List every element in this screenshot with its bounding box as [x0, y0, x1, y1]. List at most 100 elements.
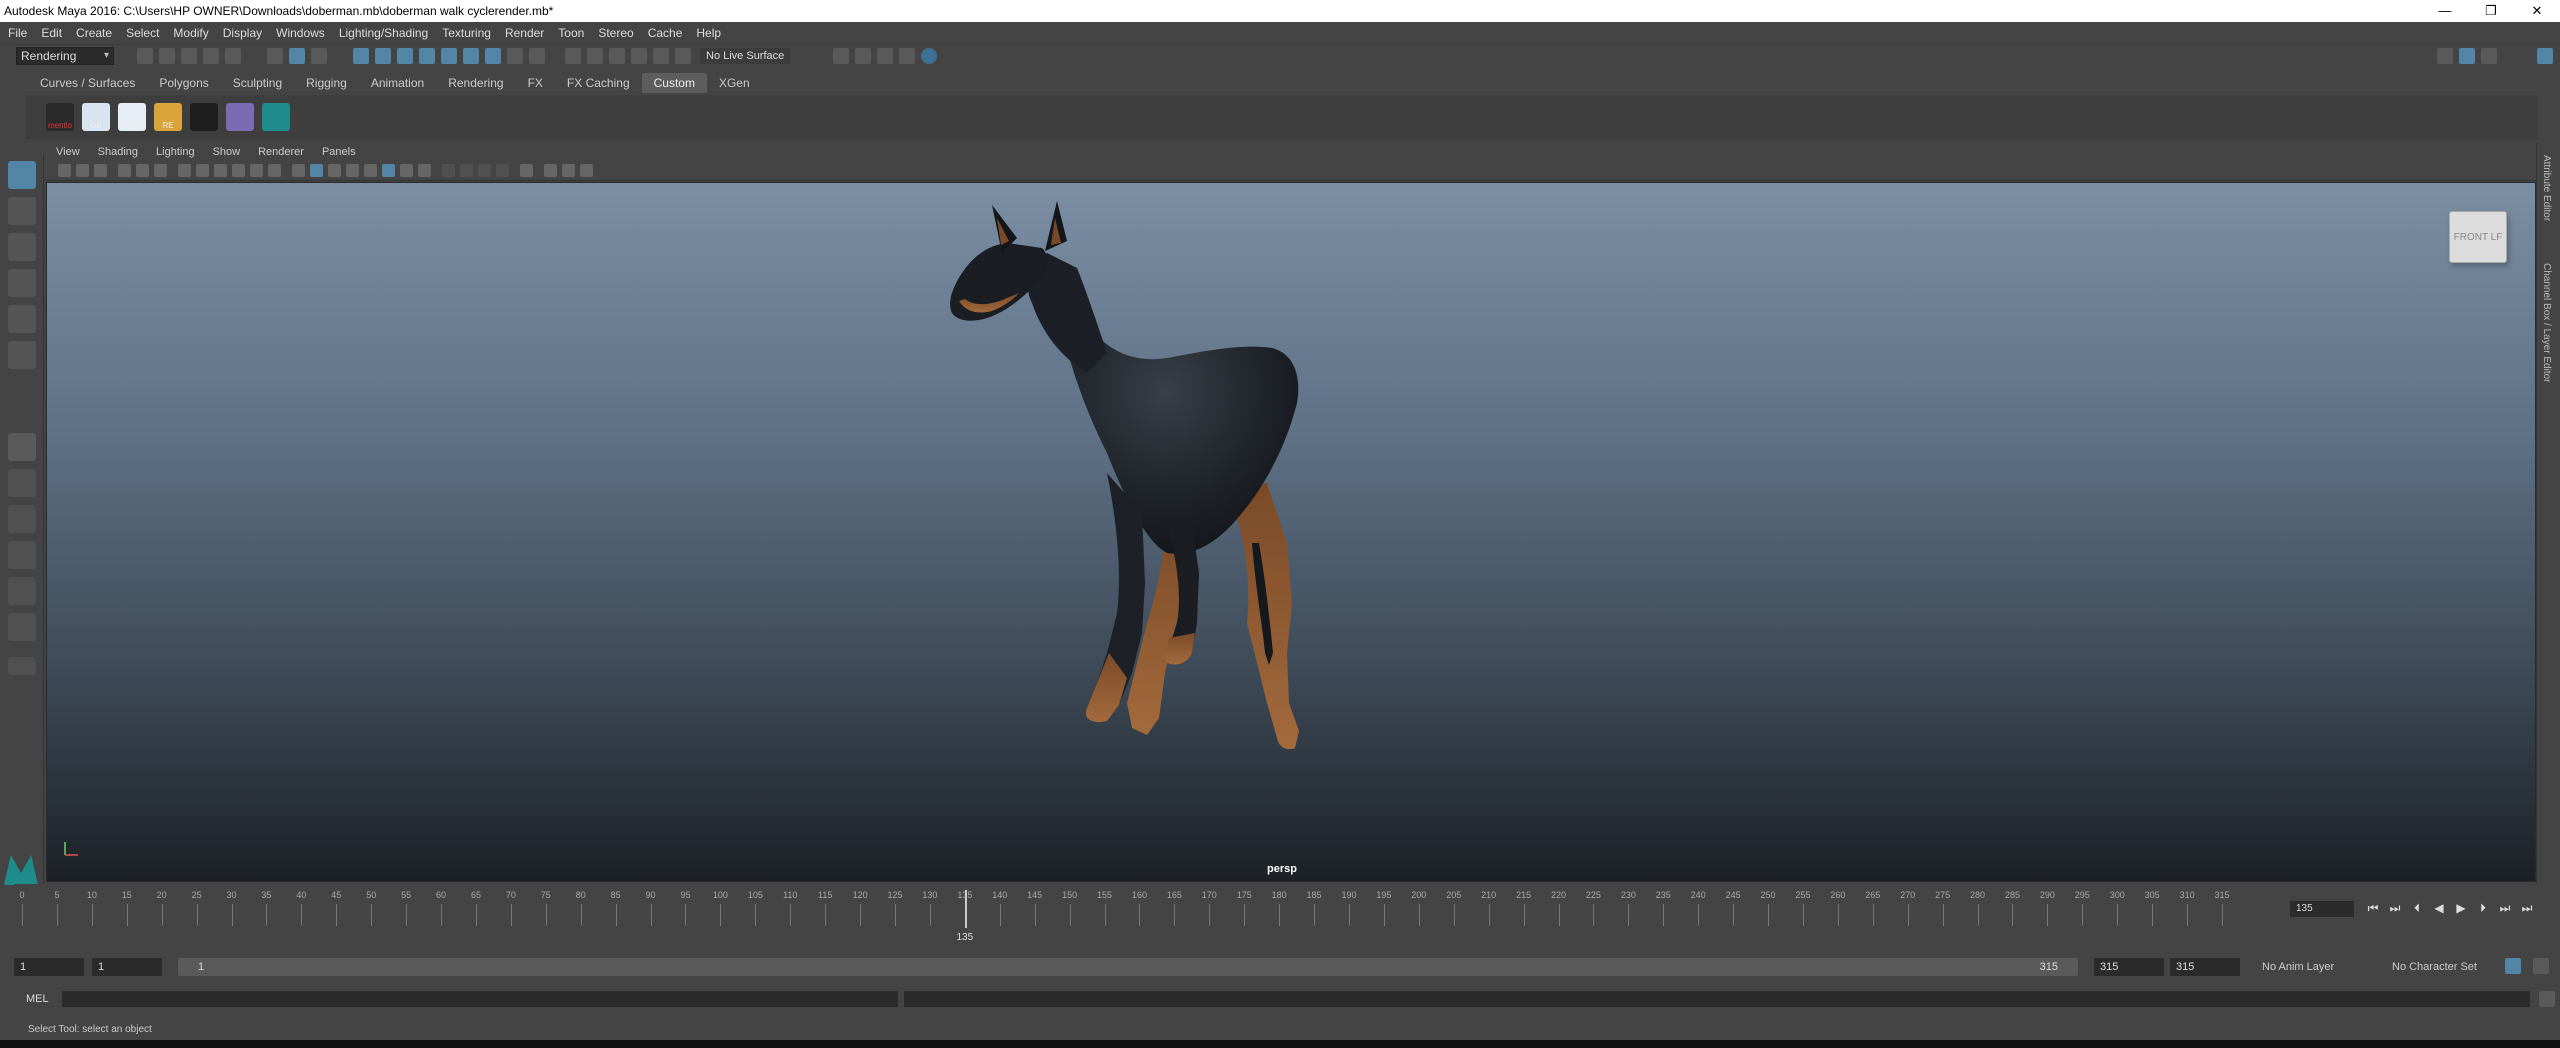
perspective-viewport[interactable]: FRONT LF persp [46, 182, 2536, 882]
field-chart-icon[interactable] [250, 164, 263, 177]
select-tool-icon[interactable] [8, 161, 36, 189]
resolution-gate-icon[interactable] [214, 164, 227, 177]
exposure-icon[interactable] [544, 164, 557, 177]
menu-create[interactable]: Create [76, 26, 112, 40]
hypershade-shelf-icon[interactable] [226, 103, 254, 131]
anim-start-field[interactable]: 1 [92, 958, 162, 976]
paint-select-icon[interactable] [8, 233, 36, 261]
shelf-tab-fx-caching[interactable]: FX Caching [555, 73, 642, 93]
lock-icon[interactable] [507, 47, 523, 64]
undo-icon[interactable] [203, 47, 219, 64]
grease-pencil-icon[interactable] [154, 164, 167, 177]
current-frame-field[interactable] [2290, 901, 2354, 917]
shelf-tab-rigging[interactable]: Rigging [294, 73, 359, 93]
anim-end-field[interactable]: 315 [2094, 958, 2164, 976]
teapot-icon[interactable] [190, 103, 218, 131]
camera-attributes-icon[interactable] [76, 164, 89, 177]
shelf-tab-curves-surfaces[interactable]: Curves / Surfaces [28, 73, 147, 93]
gear-icon[interactable] [2537, 47, 2553, 64]
go-to-start-icon[interactable]: ⏮ [2364, 899, 2382, 917]
character-set-dropdown[interactable]: No Character Set [2386, 958, 2506, 976]
auto-key-icon[interactable] [2505, 958, 2521, 974]
panel-menu-renderer[interactable]: Renderer [258, 146, 304, 158]
render-region-icon[interactable] [855, 47, 872, 64]
panel-menu-view[interactable]: View [56, 146, 80, 158]
save-scene-icon[interactable] [181, 47, 197, 64]
playhead[interactable] [964, 890, 967, 928]
lasso-tool-icon[interactable] [8, 197, 36, 225]
select-hierarchy-icon[interactable] [267, 47, 283, 64]
anim-layer-dropdown[interactable]: No Anim Layer [2256, 958, 2376, 976]
gamma-icon[interactable] [562, 164, 575, 177]
play-forward-icon[interactable]: ▶ [2452, 899, 2470, 917]
xray-joints-icon[interactable] [520, 164, 533, 177]
shelf-tab-sculpting[interactable]: Sculpting [221, 73, 294, 93]
textured-icon[interactable] [346, 164, 359, 177]
image-plane-icon[interactable] [118, 164, 131, 177]
end-time-field[interactable]: 315 [2170, 958, 2240, 976]
smooth-shade-icon[interactable] [310, 164, 323, 177]
animation-prefs-icon[interactable] [2533, 958, 2549, 974]
menu-toon[interactable]: Toon [558, 26, 584, 40]
menu-help[interactable]: Help [696, 26, 721, 40]
ipr-render-icon[interactable] [609, 47, 625, 64]
snap-point-icon[interactable] [397, 47, 413, 64]
two-d-pan-icon[interactable] [136, 164, 149, 177]
layout-toggle-icon[interactable] [2459, 47, 2475, 64]
snap-view-icon[interactable] [419, 47, 435, 64]
play-backward-icon[interactable]: ◀ [2430, 899, 2448, 917]
redo-icon[interactable] [225, 47, 241, 64]
move-tool-icon[interactable] [8, 269, 36, 297]
ambient-occlusion-icon[interactable] [400, 164, 413, 177]
outliner-layout-icon[interactable] [8, 541, 36, 569]
snap-curve-icon[interactable] [375, 47, 391, 64]
shelf-tab-animation[interactable]: Animation [359, 73, 436, 93]
step-forward-frame-icon[interactable]: ⏵ [2474, 899, 2492, 917]
step-back-key-icon[interactable]: ⏭ [2386, 899, 2404, 917]
magnet-icon[interactable] [675, 47, 691, 64]
graph-layout-icon[interactable] [8, 577, 36, 605]
command-language-toggle[interactable]: MEL [14, 991, 58, 1007]
depth-of-field-icon[interactable] [460, 164, 473, 177]
step-forward-key-icon[interactable]: ⏭ [2496, 899, 2514, 917]
shelf-tab-polygons[interactable]: Polygons [147, 73, 220, 93]
shelf-tab-custom[interactable]: Custom [641, 73, 707, 93]
range-slider[interactable]: 1 315 [178, 958, 2078, 976]
command-input[interactable] [62, 991, 898, 1007]
snap-surface-icon[interactable] [441, 47, 457, 64]
grid-icon[interactable] [178, 164, 191, 177]
wireframe-on-shaded-icon[interactable] [328, 164, 341, 177]
snap-live-icon[interactable] [463, 47, 479, 64]
minimize-button[interactable]: — [2422, 0, 2468, 22]
hypershade-layout-icon[interactable] [8, 613, 36, 641]
batch-render-icon[interactable] [899, 47, 916, 64]
panel-menu-show[interactable]: Show [213, 146, 241, 158]
single-perspective-layout-icon[interactable] [8, 433, 36, 461]
menu-stereo[interactable]: Stereo [598, 26, 633, 40]
open-scene-icon[interactable] [159, 47, 175, 64]
render-sequence-icon[interactable] [833, 47, 850, 64]
view-cube[interactable]: FRONT LF [2449, 211, 2507, 263]
select-object-icon[interactable] [289, 47, 305, 64]
time-slider[interactable]: 0 5 10 15 20 25 30 35 40 45 50 55 60 65 70 75 80 85 90 95 10… [14, 884, 2280, 946]
live-surface-field[interactable]: No Live Surface [700, 47, 791, 64]
gate-mask-icon[interactable] [232, 164, 245, 177]
panel-menu-panels[interactable]: Panels [322, 146, 356, 158]
wireframe-icon[interactable] [292, 164, 305, 177]
four-view-layout-icon[interactable] [8, 469, 36, 497]
tab-attribute-editor[interactable]: Attribute Editor [2541, 155, 2552, 221]
sidebar-toggle-icon[interactable] [2437, 47, 2453, 64]
shelf-tab-xgen[interactable]: XGen [707, 73, 762, 93]
menu-file[interactable]: File [8, 26, 27, 40]
panel-menu-lighting[interactable]: Lighting [156, 146, 195, 158]
menu-render[interactable]: Render [505, 26, 544, 40]
globe-icon[interactable] [921, 47, 938, 64]
anti-aliasing-icon[interactable] [442, 164, 455, 177]
maya-shelf-icon[interactable] [262, 103, 290, 131]
camera-select-icon[interactable] [58, 164, 71, 177]
render-settings-icon[interactable] [631, 47, 647, 64]
start-time-field[interactable]: 1 [14, 958, 84, 976]
film-gate-icon[interactable] [196, 164, 209, 177]
tool-settings-icon[interactable] [2481, 47, 2497, 64]
shelf-tab-rendering[interactable]: Rendering [436, 73, 515, 93]
